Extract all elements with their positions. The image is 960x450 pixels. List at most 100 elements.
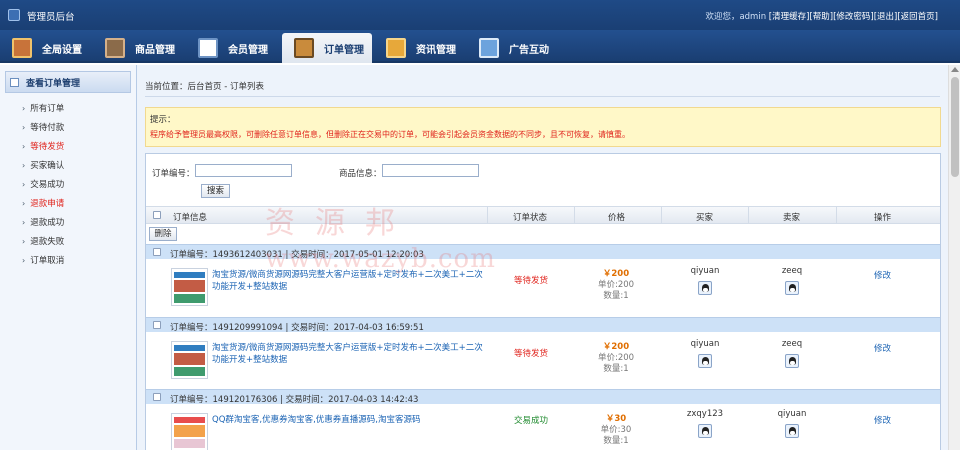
sidebar-item-order-cancelled[interactable]: › 订单取消	[22, 251, 136, 270]
goods-thumbnail[interactable]	[171, 268, 208, 306]
sidebar-item-buyer-confirm[interactable]: › 买家确认	[22, 156, 136, 175]
sidebar-item-label: 所有订单	[30, 104, 65, 114]
logout-link[interactable]: [退出]	[874, 12, 898, 22]
order-box-icon	[294, 38, 314, 58]
nav-ad-interaction[interactable]: 广告互动	[479, 33, 549, 63]
header-buyer: 买家	[696, 213, 714, 223]
vertical-scrollbar[interactable]	[948, 65, 960, 450]
sidebar-item-refund-failed[interactable]: › 退款失败	[22, 232, 136, 251]
help-link[interactable]: [帮助]	[809, 12, 833, 22]
order-checkbox[interactable]	[153, 248, 161, 256]
unit-price: 单价:200	[597, 280, 635, 290]
chevron-right-icon: ›	[22, 104, 26, 113]
nav-news-management[interactable]: 资讯管理	[386, 33, 456, 63]
goods-thumbnail[interactable]	[171, 413, 208, 450]
nav-label: 订单管理	[324, 44, 364, 56]
sidebar-item-label: 退款失败	[30, 237, 65, 247]
watermark-text: 资源邦	[265, 206, 415, 241]
edit-link[interactable]: 修改	[874, 342, 891, 354]
column-divider	[661, 207, 662, 224]
qq-icon[interactable]	[785, 424, 799, 438]
sidebar-item-trade-success[interactable]: › 交易成功	[22, 175, 136, 194]
nav-member-management[interactable]: 会员管理	[198, 33, 268, 63]
goods-name-link[interactable]: QQ群淘宝客,优惠券淘宝客,优惠券直播源码,淘宝客源码	[212, 414, 488, 426]
column-divider	[487, 207, 488, 224]
header-order-info: 订单信息	[173, 213, 208, 223]
scroll-thumb[interactable]	[951, 77, 959, 177]
qq-icon[interactable]	[785, 354, 799, 368]
tips-box: 提示： 程序给予管理员最高权限，可删除任意订单信息，但删除正在交易中的订单，可能…	[145, 107, 941, 147]
return-home-link[interactable]: [返回首页]	[897, 12, 938, 22]
clear-cache-link[interactable]: [清理缓存]	[769, 12, 810, 22]
nav-order-management[interactable]: 订单管理	[282, 33, 372, 63]
chevron-right-icon: ›	[22, 237, 26, 246]
order-row: 淘宝货源/微商货源网源码完整大客户运营版+定时发布+二次美工+二次功能开发+整站…	[146, 333, 940, 390]
sidebar-item-all-orders[interactable]: › 所有订单	[22, 99, 136, 118]
qq-icon[interactable]	[698, 281, 712, 295]
chevron-right-icon: ›	[22, 180, 26, 189]
chevron-right-icon: ›	[22, 123, 26, 132]
quantity: 数量:1	[603, 364, 629, 374]
divider	[145, 96, 940, 97]
qq-icon[interactable]	[698, 354, 712, 368]
header-action: 操作	[874, 213, 892, 223]
chevron-right-icon: ›	[22, 199, 26, 208]
order-header: 订单编号：1491209991094 | 交易时间：2017-04-03 16:…	[146, 317, 940, 333]
order-no-label: 订单编号：	[152, 169, 195, 179]
sidebar-item-awaiting-shipment[interactable]: › 等待发货	[22, 137, 136, 156]
qq-icon[interactable]	[785, 281, 799, 295]
main-nav: 全局设置 商品管理 会员管理 订单管理 资讯管理 广告互动	[0, 30, 960, 63]
sidebar-item-label: 订单取消	[30, 256, 65, 266]
scroll-up-arrow-icon[interactable]	[951, 67, 959, 72]
order-checkbox[interactable]	[153, 321, 161, 329]
quantity: 数量:1	[603, 436, 629, 446]
greeting-text: 欢迎您，admin	[705, 12, 767, 22]
sidebar-item-refund-request[interactable]: › 退款申请	[22, 194, 136, 213]
qq-icon[interactable]	[698, 424, 712, 438]
ad-window-icon	[479, 38, 499, 58]
watermark-url: www.wazyb.com	[265, 244, 496, 274]
select-all-checkbox[interactable]	[153, 211, 161, 219]
tips-text: 程序给予管理员最高权限，可删除任意订单信息，但删除正在交易中的订单，可能会引起会…	[150, 130, 630, 139]
sidebar-title: 查看订单管理	[26, 78, 81, 89]
column-divider	[836, 207, 837, 224]
column-divider	[574, 207, 575, 224]
goods-name-link[interactable]: 淘宝货源/微商货源网源码完整大客户运营版+定时发布+二次美工+二次功能开发+整站…	[212, 342, 488, 366]
chevron-right-icon: ›	[22, 256, 26, 265]
order-header-text: 订单编号：149120176306 | 交易时间：2017-04-03 14:4…	[170, 395, 419, 405]
breadcrumb: 当前位置：后台首页 - 订单列表	[145, 82, 264, 92]
sidebar-item-label: 交易成功	[30, 180, 65, 190]
goods-thumbnail[interactable]	[171, 341, 208, 379]
change-password-link[interactable]: [修改密码]	[833, 12, 874, 22]
sidebar-item-refund-success[interactable]: › 退款成功	[22, 213, 136, 232]
order-no-input[interactable]	[195, 164, 292, 177]
edit-link[interactable]: 修改	[874, 269, 891, 281]
edit-link[interactable]: 修改	[874, 414, 891, 426]
delete-button[interactable]: 删除	[149, 227, 177, 241]
member-card-icon	[198, 38, 218, 58]
unit-price: 单价:30	[600, 425, 632, 435]
sidebar-item-label: 买家确认	[30, 161, 65, 171]
header-seller: 卖家	[783, 213, 801, 223]
buyer-name: qiyuan	[690, 266, 720, 276]
order-status: 交易成功	[514, 416, 549, 426]
price-total: ￥200	[602, 269, 630, 279]
seller-name: zeeq	[781, 339, 803, 349]
sidebar-item-label: 等待发货	[30, 142, 65, 152]
price-total: ￥30	[605, 414, 627, 424]
home-settings-icon	[12, 38, 32, 58]
header-order-status: 订单状态	[513, 213, 548, 223]
goods-info-input[interactable]	[382, 164, 479, 177]
app-title: 管理员后台	[27, 12, 75, 23]
search-button[interactable]: 搜索	[201, 184, 230, 198]
sidebar: 查看订单管理 › 所有订单 › 等待付款 › 等待发货 › 买家确认 › 交易成功 › 退款…	[0, 65, 137, 450]
buyer-name: zxqy123	[686, 409, 724, 419]
order-status: 等待发货	[514, 349, 549, 359]
top-bar: 管理员后台 欢迎您，admin [清理缓存][帮助][修改密码][退出][返回首…	[0, 0, 960, 30]
nav-goods-management[interactable]: 商品管理	[105, 33, 175, 63]
sidebar-item-awaiting-payment[interactable]: › 等待付款	[22, 118, 136, 137]
nav-label: 全局设置	[42, 44, 82, 56]
sidebar-item-label: 等待付款	[30, 123, 65, 133]
order-checkbox[interactable]	[153, 393, 161, 401]
nav-global-settings[interactable]: 全局设置	[12, 33, 82, 63]
